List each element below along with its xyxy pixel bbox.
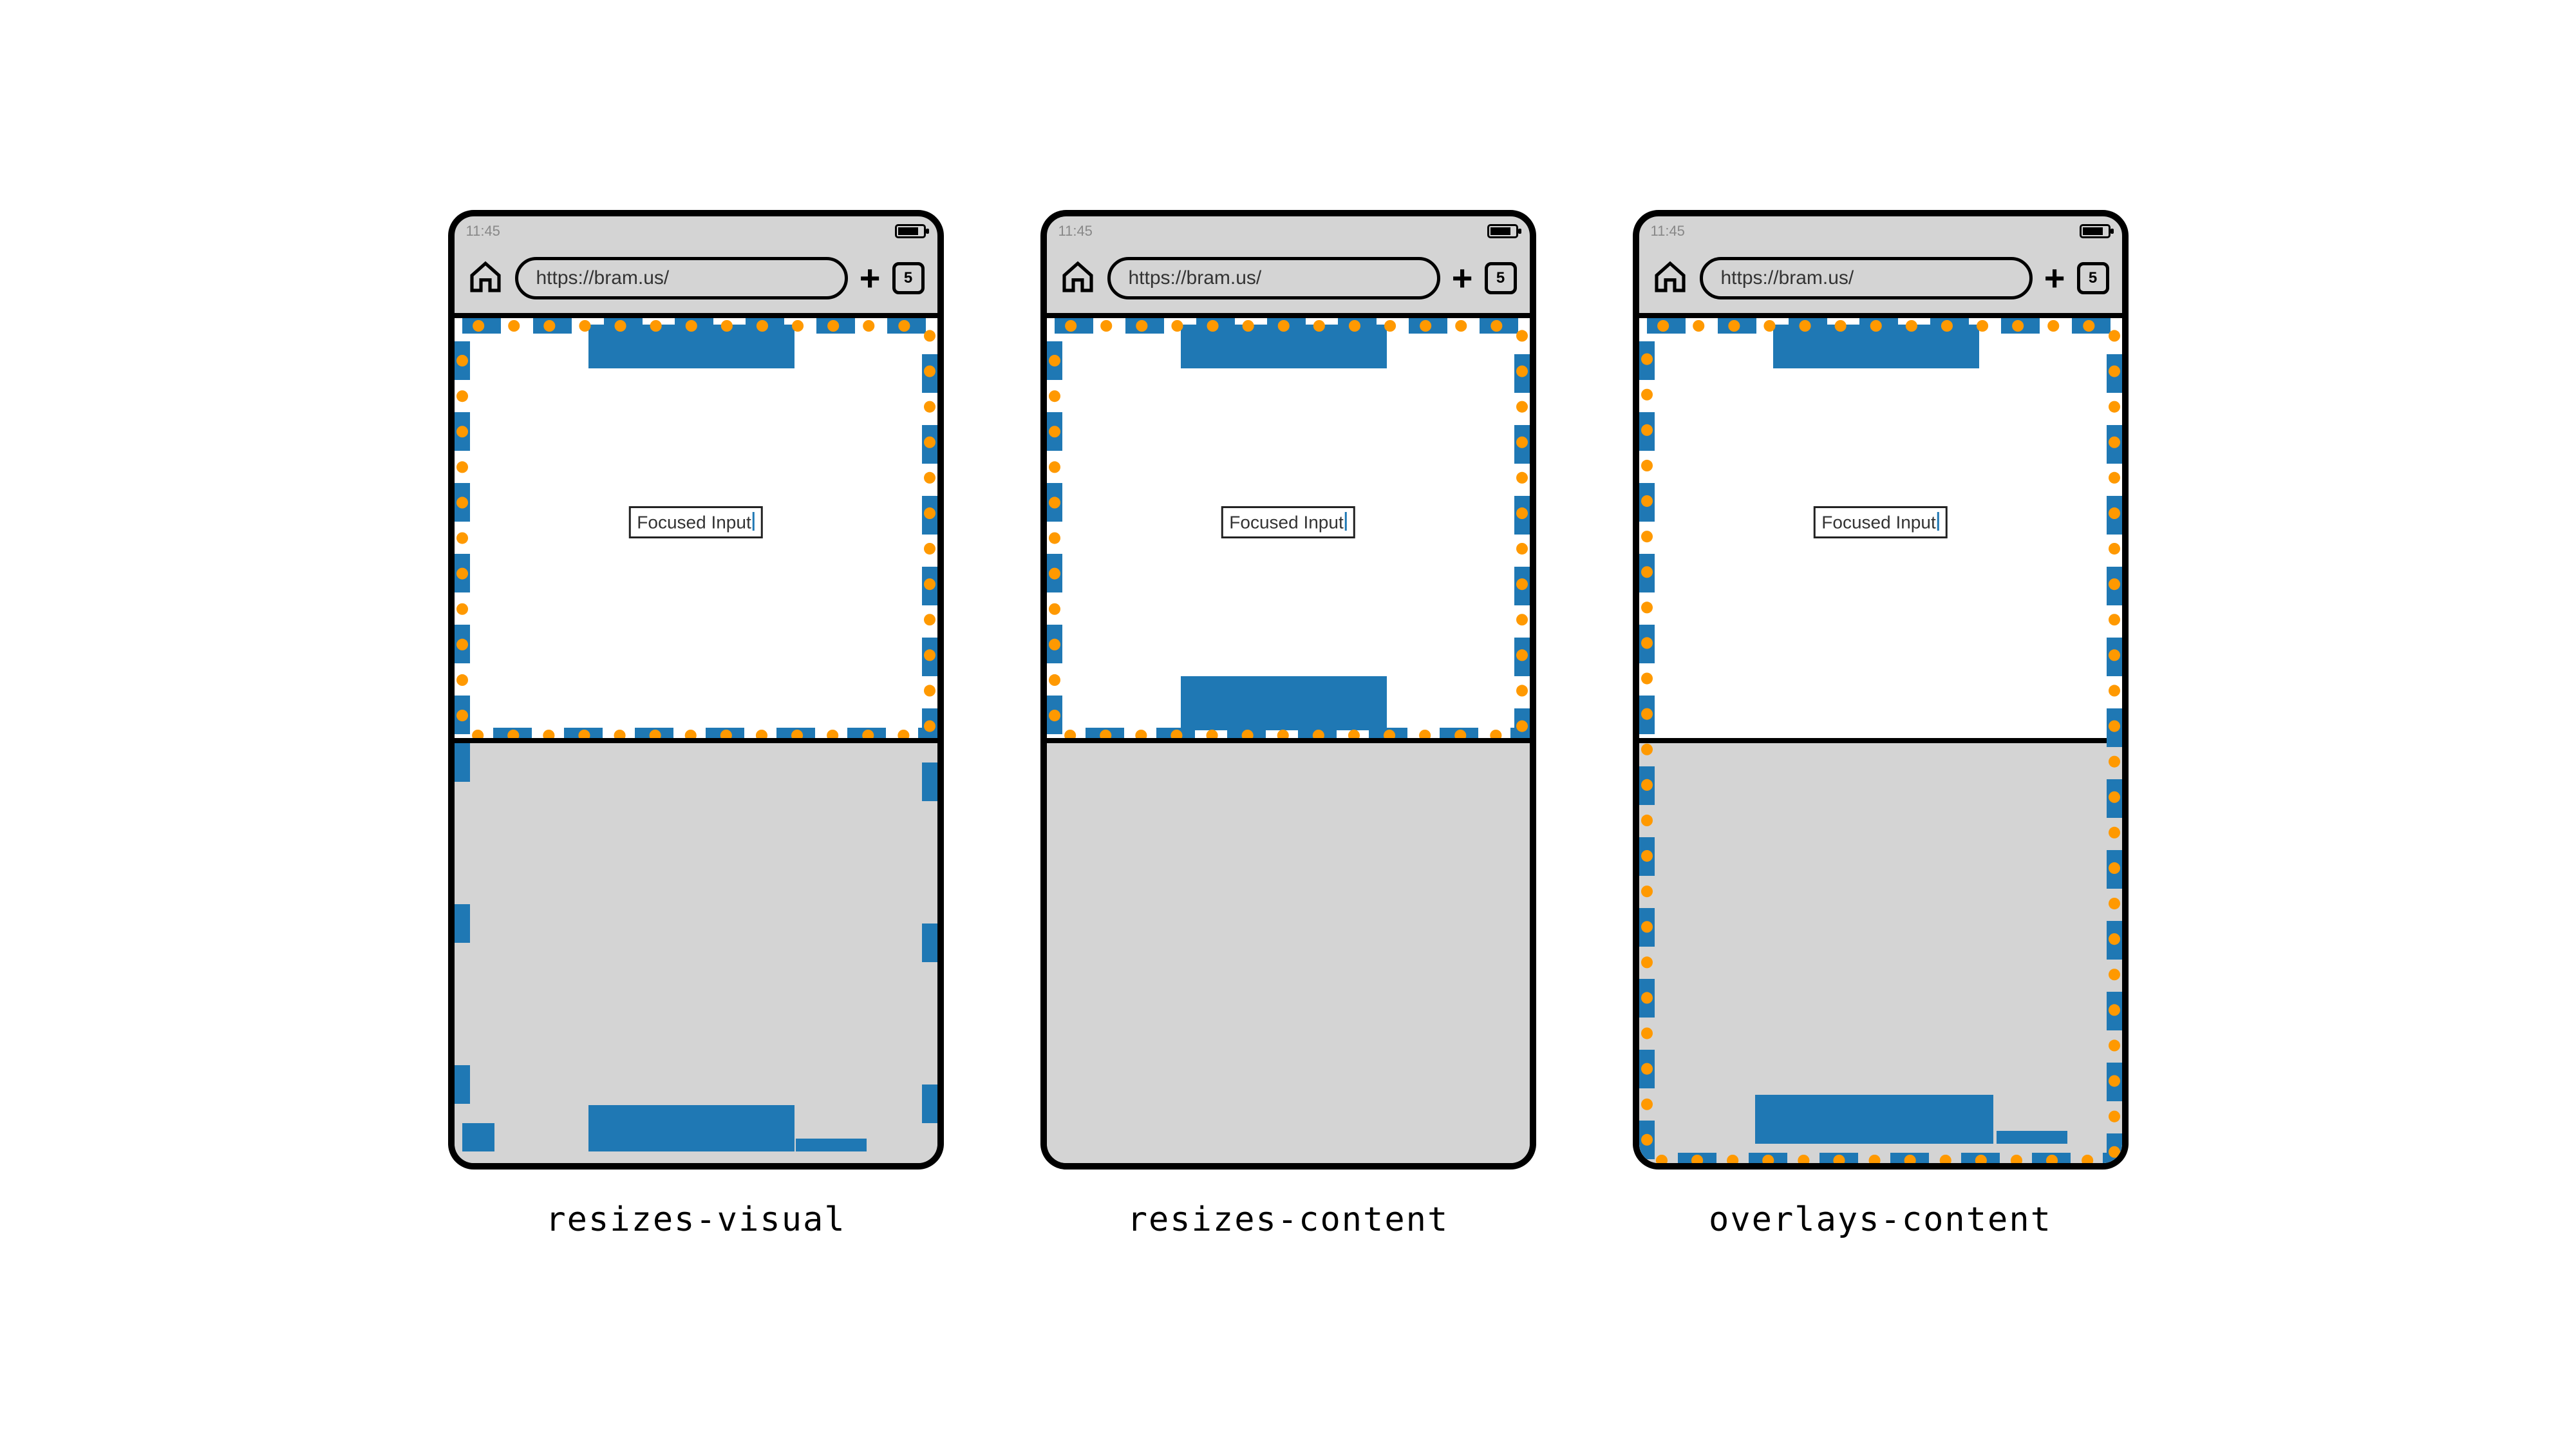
url-bar[interactable]: https://bram.us/ <box>515 257 848 299</box>
fixed-top-element <box>588 325 794 368</box>
battery-icon <box>895 224 926 238</box>
status-bar: 11:45 <box>455 216 937 242</box>
browser-toolbar: https://bram.us/ + 5 <box>1639 247 2122 309</box>
text-caret-icon <box>753 512 755 531</box>
text-caret-icon <box>1937 512 1939 531</box>
browser-toolbar: https://bram.us/ + 5 <box>1047 247 1530 309</box>
virtual-keyboard <box>1047 738 1530 1163</box>
home-icon[interactable] <box>467 259 503 298</box>
caption: overlays-content <box>1709 1200 2052 1239</box>
status-bar: 11:45 <box>1639 216 2122 242</box>
url-bar[interactable]: https://bram.us/ <box>1107 257 1440 299</box>
layout-viewport-remnant <box>455 743 937 1168</box>
clock: 11:45 <box>466 223 500 240</box>
clock: 11:45 <box>1651 223 1685 240</box>
toolbar-divider <box>1639 313 2122 318</box>
focused-input[interactable]: Focused Input <box>1813 506 1947 538</box>
toolbar-divider <box>1047 313 1530 318</box>
battery-icon <box>1487 224 1518 238</box>
fixed-bottom-element <box>588 1105 794 1151</box>
fixed-bottom-left-sliver <box>462 1123 494 1151</box>
clock: 11:45 <box>1058 223 1093 240</box>
tab-count: 5 <box>2089 269 2097 287</box>
phone-mockup: 11:45 https://bram.us/ + 5 <box>448 210 944 1170</box>
status-bar: 11:45 <box>1047 216 1530 242</box>
column-overlays-content: 11:45 https://bram.us/ + 5 Focus <box>1633 210 2129 1239</box>
tab-count-button[interactable]: 5 <box>1485 262 1517 294</box>
plus-icon[interactable]: + <box>2044 260 2065 296</box>
url-text: https://bram.us/ <box>1721 267 1854 289</box>
url-bar[interactable]: https://bram.us/ <box>1700 257 2033 299</box>
phone-mockup: 11:45 https://bram.us/ + 5 Focus <box>1633 210 2129 1170</box>
tab-count: 5 <box>904 269 912 287</box>
fixed-bottom-element <box>1755 1095 1993 1144</box>
column-resizes-visual: 11:45 https://bram.us/ + 5 <box>448 210 944 1239</box>
caption: resizes-visual <box>545 1200 845 1239</box>
focused-input[interactable]: Focused Input <box>628 506 762 538</box>
browser-toolbar: https://bram.us/ + 5 <box>455 247 937 309</box>
input-value: Focused Input <box>1821 512 1935 532</box>
input-value: Focused Input <box>637 512 751 532</box>
fixed-bottom-right-sliver <box>796 1139 867 1151</box>
focused-input[interactable]: Focused Input <box>1221 506 1355 538</box>
home-icon[interactable] <box>1652 259 1688 298</box>
virtual-keyboard <box>455 738 937 1163</box>
input-value: Focused Input <box>1229 512 1343 532</box>
tab-count-button[interactable]: 5 <box>892 262 925 294</box>
battery-icon <box>2080 224 2111 238</box>
caption: resizes-content <box>1127 1200 1449 1239</box>
fixed-bottom-element <box>1181 676 1387 730</box>
tab-count-button[interactable]: 5 <box>2077 262 2109 294</box>
toolbar-divider <box>455 313 937 318</box>
plus-icon[interactable]: + <box>860 260 881 296</box>
fixed-bottom-right-sliver <box>1997 1131 2067 1144</box>
text-caret-icon <box>1345 512 1347 531</box>
diagram-stage: 11:45 https://bram.us/ + 5 <box>448 210 2129 1239</box>
plus-icon[interactable]: + <box>1452 260 1473 296</box>
phone-mockup: 11:45 https://bram.us/ + 5 Focus <box>1040 210 1536 1170</box>
fixed-top-element <box>1181 325 1387 368</box>
url-text: https://bram.us/ <box>1129 267 1262 289</box>
column-resizes-content: 11:45 https://bram.us/ + 5 Focus <box>1040 210 1536 1239</box>
fixed-top-element <box>1773 325 1979 368</box>
home-icon[interactable] <box>1060 259 1096 298</box>
url-text: https://bram.us/ <box>536 267 670 289</box>
tab-count: 5 <box>1496 269 1505 287</box>
